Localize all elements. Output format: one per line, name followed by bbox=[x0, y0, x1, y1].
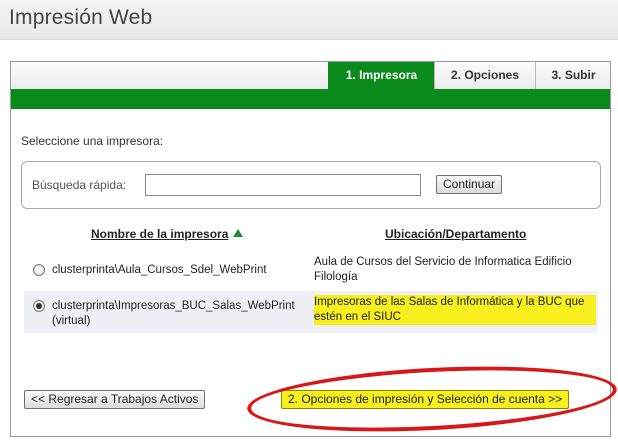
quick-search-input[interactable] bbox=[145, 174, 421, 196]
print-wizard-panel: 1. Impresora 2. Opciones 3. Subir Selecc… bbox=[10, 61, 611, 437]
printer-location: Aula de Cursos del Servicio de Informati… bbox=[314, 256, 572, 283]
column-header-location[interactable]: Ubicación/Departamento bbox=[385, 227, 526, 241]
table-row[interactable]: clusterprinta\Impresoras_BUC_Salas_WebPr… bbox=[24, 291, 598, 333]
tab-impresora[interactable]: 1. Impresora bbox=[328, 62, 434, 89]
printer-location-highlighted: Impresoras de las Salas de Informática y… bbox=[314, 295, 596, 325]
next-print-options-button[interactable]: 2. Opciones de impresión y Selección de … bbox=[281, 390, 570, 409]
printer-radio[interactable] bbox=[33, 264, 45, 276]
select-printer-label: Seleccione una impresora: bbox=[21, 134, 164, 148]
quick-search-label: Búsqueda rápida: bbox=[32, 178, 127, 192]
printer-radio-selected[interactable] bbox=[33, 300, 45, 312]
tab-opciones[interactable]: 2. Opciones bbox=[434, 62, 535, 89]
sort-ascending-icon bbox=[233, 229, 244, 237]
printer-name: clusterprinta\Impresoras_BUC_Salas_WebPr… bbox=[52, 300, 295, 327]
printer-name: clusterprinta\Aula_Cursos_Sdel_WebPrint bbox=[52, 264, 267, 276]
tab-subir[interactable]: 3. Subir bbox=[535, 62, 611, 89]
back-to-active-jobs-button[interactable]: << Regresar a Trabajos Activos bbox=[24, 390, 206, 409]
table-row[interactable]: clusterprinta\Aula_Cursos_Sdel_WebPrint … bbox=[24, 250, 598, 289]
column-header-printer-name[interactable]: Nombre de la impresora bbox=[91, 227, 244, 241]
quick-search-box: Búsqueda rápida: Continuar bbox=[21, 161, 601, 209]
header-bar: Impresión Web bbox=[0, 0, 618, 40]
app-title: Impresión Web bbox=[9, 6, 153, 29]
step-tabs: 1. Impresora 2. Opciones 3. Subir bbox=[11, 62, 610, 89]
column-header-printer-name-label: Nombre de la impresora bbox=[91, 227, 229, 241]
continue-button[interactable]: Continuar bbox=[436, 175, 503, 194]
accent-bar bbox=[11, 89, 610, 109]
